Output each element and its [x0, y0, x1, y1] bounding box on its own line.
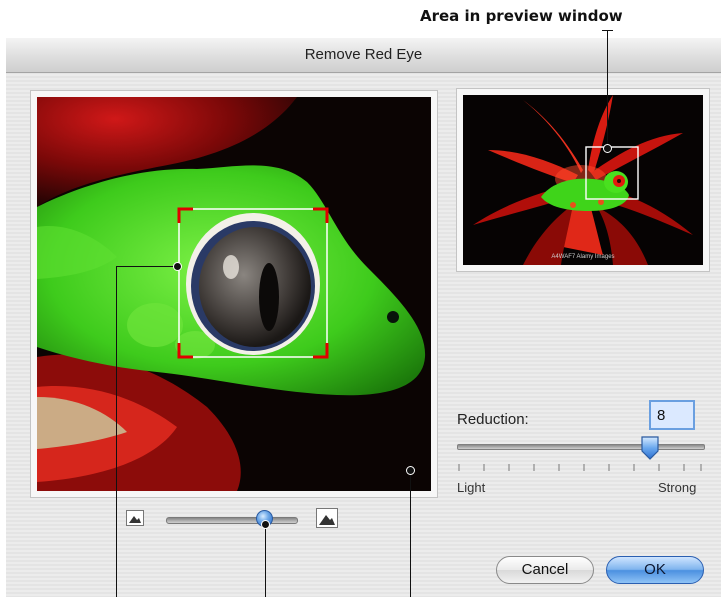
- zoom-callout-line: [265, 524, 266, 597]
- remove-red-eye-dialog: Remove Red Eye A4WAF7 Alamy Images Reduc…: [6, 38, 721, 597]
- reduction-scale-ticks: [458, 464, 702, 471]
- selection-callout-dot: [173, 262, 182, 271]
- zoom-in-icon[interactable]: [316, 508, 338, 528]
- frog-closeup-image: [37, 97, 431, 491]
- image-callout-line: [410, 470, 411, 597]
- selection-callout-arm: [116, 266, 176, 267]
- preview-window[interactable]: A4WAF7 Alamy Images: [463, 95, 703, 265]
- image-callout-dot: [406, 466, 415, 475]
- zoom-callout-dot: [261, 520, 270, 529]
- preview-caption: A4WAF7 Alamy Images: [551, 254, 614, 260]
- preview-callout-cap: [602, 30, 613, 31]
- cancel-button[interactable]: Cancel: [496, 556, 594, 584]
- preview-callout-dot: [603, 144, 612, 153]
- main-image-frame: [30, 90, 438, 498]
- reduction-label: Reduction:: [457, 411, 529, 428]
- selection-callout-line: [116, 266, 117, 597]
- main-image-view[interactable]: [37, 97, 431, 491]
- zoom-control: [126, 508, 346, 532]
- zoom-slider-track[interactable]: [166, 517, 298, 524]
- reduction-slider-thumb[interactable]: [640, 435, 660, 461]
- annotation-area: Area in preview window: [0, 0, 721, 40]
- preview-callout-line: [607, 30, 608, 150]
- preview-frame: A4WAF7 Alamy Images: [456, 88, 710, 272]
- reduction-value-field[interactable]: [649, 400, 695, 430]
- reduction-slider-track[interactable]: [457, 444, 705, 450]
- dialog-title: Remove Red Eye: [304, 46, 423, 63]
- zoom-out-icon[interactable]: [126, 510, 144, 526]
- frog-preview-image: A4WAF7 Alamy Images: [463, 95, 703, 265]
- ok-button[interactable]: OK: [606, 556, 704, 584]
- reduction-min-label: Light: [457, 480, 486, 495]
- preview-area-callout: Area in preview window: [420, 7, 623, 25]
- title-bar[interactable]: Remove Red Eye: [6, 38, 721, 73]
- reduction-max-label: Strong: [658, 480, 697, 495]
